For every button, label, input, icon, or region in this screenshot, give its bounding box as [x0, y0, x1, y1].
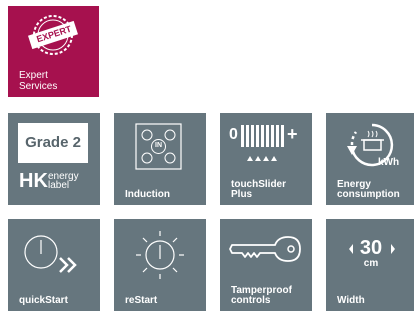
energy-unit: kWh — [378, 157, 400, 168]
restart-tile[interactable]: reStart — [114, 219, 206, 311]
expert-label: Expert Services — [19, 70, 58, 92]
key-icon — [229, 236, 301, 262]
energy-label: Energy consumption — [337, 179, 400, 200]
width-label: Width — [337, 295, 365, 306]
width-unit: cm — [363, 258, 379, 269]
induction-tile[interactable]: IN Induction — [114, 113, 206, 205]
touchslider-tile[interactable]: 0 + touchSlider Plus — [220, 113, 312, 205]
induction-center-text: IN — [155, 142, 162, 149]
tamperproof-label: Tamperproof controls — [231, 285, 292, 306]
quickstart-icon — [24, 235, 77, 273]
width-tile[interactable]: 30 cm Width — [326, 219, 414, 311]
hk-label: HK — [19, 170, 48, 192]
grade-energy-tile[interactable]: Grade 2 HK energy label — [8, 113, 100, 205]
restart-label: reStart — [125, 295, 158, 306]
grade-label: Grade 2 — [18, 123, 88, 163]
energy-consumption-tile[interactable]: kWh Energy consumption — [326, 113, 414, 205]
energy-consumption-icon — [347, 123, 394, 167]
quickstart-tile[interactable]: quickStart — [8, 219, 100, 311]
expert-services-tile[interactable]: EXPERT Expert Services — [8, 6, 99, 97]
restart-icon — [136, 231, 184, 279]
tamperproof-tile[interactable]: Tamperproof controls — [220, 219, 312, 311]
energy-label-text: energy label — [48, 171, 79, 191]
touchslider-icon — [241, 125, 284, 161]
quickstart-label: quickStart — [19, 295, 68, 306]
touchslider-label: touchSlider Plus — [231, 179, 287, 200]
width-value: 30 — [359, 237, 383, 259]
slider-plus: + — [287, 124, 298, 144]
induction-label: Induction — [125, 189, 170, 200]
